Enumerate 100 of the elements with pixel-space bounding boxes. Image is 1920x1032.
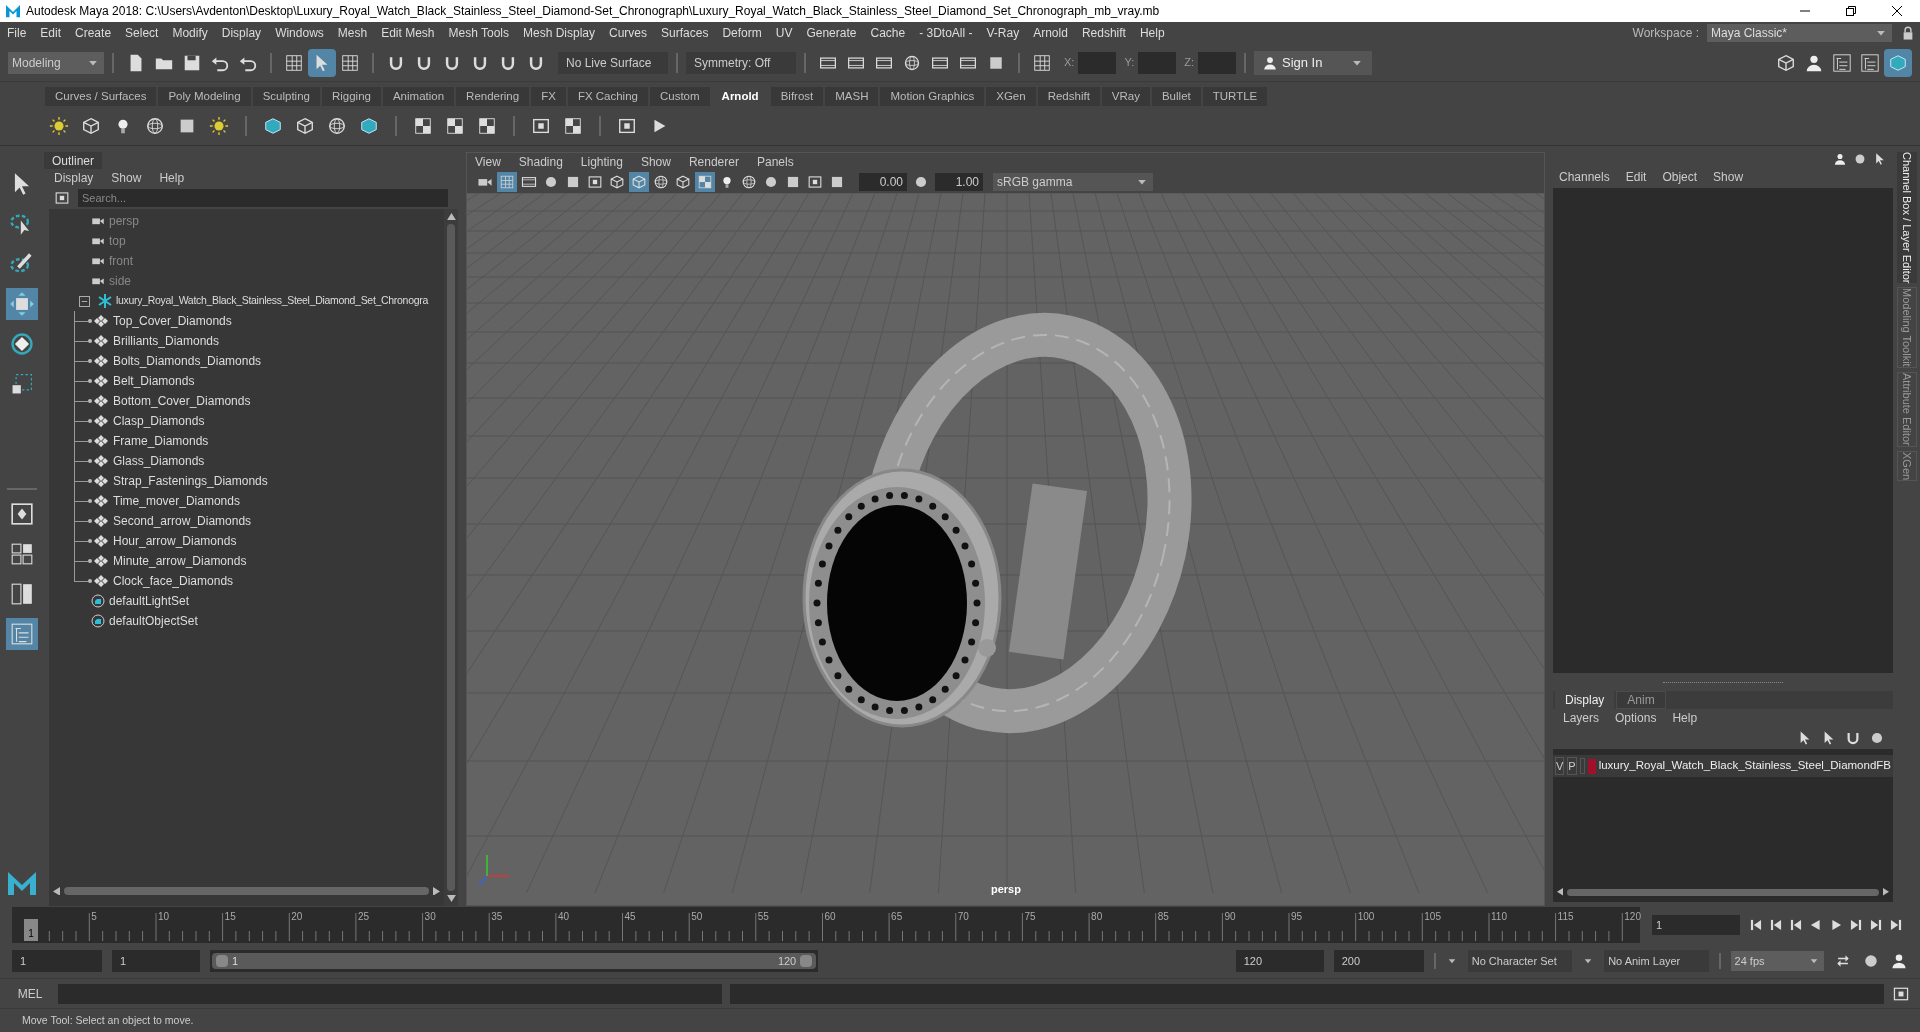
shelf-tab[interactable]: Curves / Surfaces [45,87,157,106]
menu-item[interactable]: Modify [165,24,215,42]
shelf-tab[interactable]: Bifrost [770,87,824,106]
shelf-tab[interactable]: FX Caching [567,87,648,106]
menu-item[interactable]: Show [1713,168,1744,186]
menu-item[interactable]: Generate [799,24,864,42]
person-icon[interactable] [1833,152,1847,166]
tree-item[interactable]: Clock_face_Diamonds [113,572,234,590]
z-field[interactable] [1198,51,1236,74]
menu-item[interactable]: Select [118,24,166,42]
menu-item[interactable]: Display [214,24,269,42]
end-frame-field[interactable]: 200 [1333,950,1424,972]
tree-item[interactable]: Brilliants_Diamonds [113,332,220,350]
collapse-toggle[interactable] [79,295,90,307]
exposure-field[interactable]: 0.00 [859,173,907,191]
menu-item[interactable]: Channels [1559,168,1610,186]
menu-item[interactable]: Redshift [1074,24,1133,42]
menu-item[interactable]: Cache [863,24,913,42]
tree-item[interactable]: Belt_Diamonds [113,372,195,390]
shelf-tab[interactable]: Motion Graphics [880,87,985,106]
tree-item[interactable]: Strap_Fastenings_Diamonds [113,472,268,490]
menu-item[interactable]: Help [159,169,185,187]
menu-item[interactable]: Edit [33,24,69,42]
shelf-tab[interactable]: Poly Modeling [158,87,251,106]
menu-item[interactable]: Display [54,169,94,187]
side-tab[interactable]: XGen [1897,450,1917,482]
y-field[interactable] [1138,51,1177,74]
loop-icon[interactable] [1834,952,1852,970]
gamma-field[interactable]: 1.00 [935,173,983,191]
current-frame-marker[interactable]: 1 [24,919,38,941]
symmetry-dropdown[interactable]: Symmetry: Off [686,51,796,74]
menu-item[interactable]: Surfaces [654,24,716,42]
tree-item[interactable]: Clasp_Diamonds [113,412,205,430]
tree-item[interactable]: defaultLightSet [109,592,190,610]
menu-item[interactable]: Mesh Tools [441,24,516,42]
skip-end-icon[interactable] [1868,917,1884,933]
menu-item[interactable]: Renderer [688,153,739,171]
frame-icon[interactable] [54,190,70,206]
tool-button[interactable] [1884,48,1912,77]
menu-item[interactable]: Lighting [580,153,623,171]
menu-item[interactable]: Panels [756,153,794,171]
tool-button[interactable] [308,48,336,77]
menu-item[interactable]: Options [1615,709,1657,727]
shelf-tab[interactable]: Sculpting [252,87,320,106]
circle-icon[interactable] [1869,730,1885,746]
menu-item[interactable]: Windows [268,24,331,42]
menu-item[interactable]: - 3DtoAll - [912,24,980,42]
playback-end-field[interactable]: 120 [1235,950,1324,972]
fps-dropdown[interactable]: 24 fps [1730,951,1824,971]
tree-item[interactable]: luxury_Royal_Watch_Black_Stainless_Steel_Diamond_Set_Chronogra [116,293,428,309]
menu-item[interactable]: Curves [602,24,655,42]
reference-toggle[interactable] [1579,758,1586,774]
scroll-right-arrow[interactable] [433,886,440,896]
panel-tab[interactable]: Outliner [44,152,103,169]
layer-name[interactable]: luxury_Royal_Watch_Black_Stainless_Steel_DiamondFB [1598,757,1891,775]
menu-item[interactable]: Shading [518,153,563,171]
panel-tab[interactable]: Anim [1616,691,1666,709]
visibility-toggle[interactable]: V [1555,756,1565,776]
circle-icon[interactable] [1862,952,1880,970]
menu-item[interactable]: V-Ray [979,24,1027,42]
tree-item[interactable]: Time_mover_Diamonds [113,492,240,510]
skip-end-icon[interactable] [1888,917,1904,933]
scroll-down-arrow[interactable] [446,895,456,902]
start-frame-field[interactable]: 1 [12,950,102,972]
range-slider[interactable]: 1 120 [210,950,819,972]
shelf-tab[interactable]: Custom [649,87,710,106]
side-tab[interactable]: Channel Box / Layer Editor [1897,152,1917,284]
menu-item[interactable]: Edit Mesh [374,24,442,42]
shelf-tab[interactable]: Rigging [321,87,381,106]
scrollbar[interactable] [64,887,429,895]
playback-toggle[interactable]: P [1567,756,1577,776]
menu-item[interactable]: View [475,153,501,171]
panel-tab[interactable]: Display [1555,691,1615,709]
scroll-left-arrow[interactable] [53,886,60,896]
menu-item[interactable]: Create [68,24,119,42]
shelf-tab[interactable]: XGen [986,87,1036,106]
anim-layer-dropdown[interactable]: No Anim Layer [1604,950,1709,972]
menu-item[interactable]: Mesh [330,24,375,42]
current-frame-field[interactable]: 1 [1652,915,1740,935]
shelf-tab[interactable]: Redshift [1037,87,1100,106]
menu-item[interactable]: Arnold [1026,24,1075,42]
scroll-left-arrow[interactable] [1557,888,1563,896]
person-icon[interactable] [1890,952,1908,970]
tree-item[interactable]: defaultObjectSet [109,612,198,630]
menu-item[interactable]: Mesh Display [516,24,603,42]
shelf-tab[interactable]: Animation [382,87,455,106]
scroll-up-arrow[interactable] [446,213,456,220]
live-surface-field[interactable]: No Live Surface [558,51,668,74]
menu-item[interactable]: Edit [1625,168,1647,186]
scroll-right-arrow[interactable] [1883,888,1889,896]
layer-color-swatch[interactable] [1588,758,1596,774]
shelf-tab[interactable]: VRay [1101,87,1150,106]
tree-item[interactable]: Second_arrow_Diamonds [113,512,252,530]
tree-item[interactable]: Glass_Diamonds [113,452,205,470]
menu-item[interactable]: Help [1132,24,1172,42]
scrollbar[interactable] [1567,888,1879,896]
tree-item[interactable]: Top_Cover_Diamonds [113,312,232,330]
tree-item[interactable]: Frame_Diamonds [113,432,209,450]
menu-item[interactable]: Object [1662,168,1698,186]
character-set-dropdown[interactable]: No Character Set [1467,950,1573,972]
